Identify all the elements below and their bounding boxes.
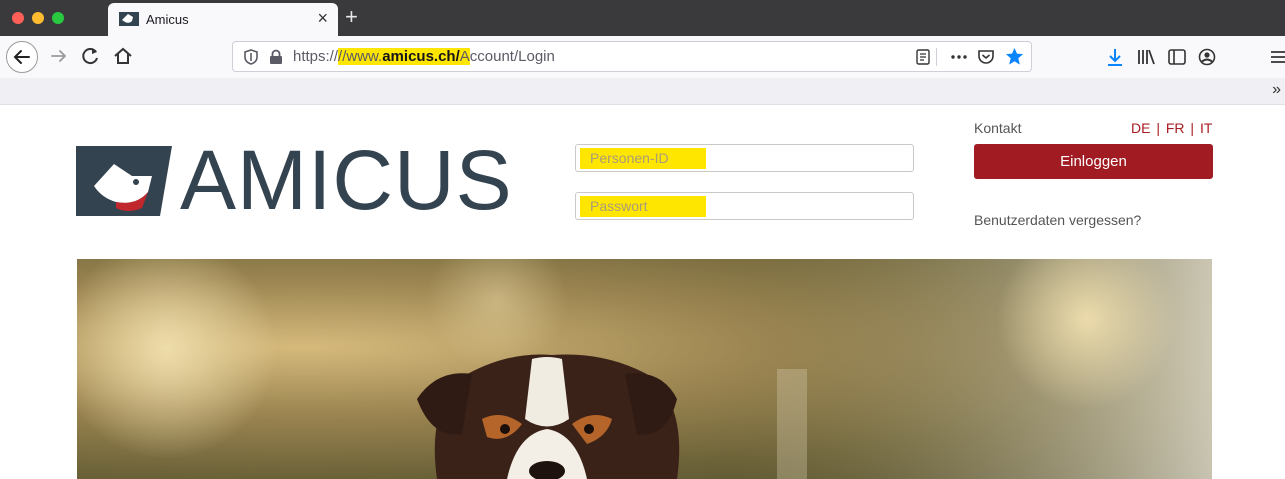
login-button[interactable]: Einloggen bbox=[974, 144, 1213, 179]
close-window-button[interactable] bbox=[12, 12, 24, 24]
tab-strip: Amicus × + bbox=[0, 0, 1285, 36]
hero-dog-image bbox=[77, 259, 1212, 479]
person-id-input[interactable]: Personen-ID bbox=[575, 144, 914, 172]
amicus-favicon-icon bbox=[119, 12, 139, 26]
tracking-protection-shield-icon[interactable] bbox=[243, 49, 259, 65]
library-icon[interactable] bbox=[1135, 46, 1157, 68]
navigation-bar: https:////www.amicus.ch/Account/Login bbox=[0, 36, 1285, 78]
password-input[interactable]: Passwort bbox=[575, 192, 914, 220]
person-id-placeholder: Personen-ID bbox=[580, 148, 706, 169]
logo-wordmark: AMICUS bbox=[180, 133, 513, 227]
bookmarks-overflow-button[interactable]: » bbox=[1272, 81, 1281, 99]
url-path-start: A bbox=[459, 48, 470, 65]
pocket-icon[interactable] bbox=[977, 48, 995, 66]
contact-link[interactable]: Kontakt bbox=[974, 120, 1021, 136]
amicus-logo[interactable]: AMICUS bbox=[76, 134, 516, 226]
url-www: //www. bbox=[338, 48, 383, 65]
back-button[interactable] bbox=[6, 41, 38, 73]
password-placeholder: Passwort bbox=[580, 196, 706, 217]
url-scheme: https:// bbox=[293, 48, 339, 65]
dog-photo-illustration bbox=[77, 259, 1212, 479]
forgot-credentials-link[interactable]: Benutzerdaten vergessen? bbox=[974, 212, 1141, 228]
browser-tab[interactable]: Amicus × bbox=[108, 3, 338, 36]
language-switcher[interactable]: DE | FR | IT bbox=[1131, 120, 1212, 136]
url-path: ccount/Login bbox=[469, 48, 555, 65]
new-tab-button[interactable]: + bbox=[345, 3, 358, 31]
account-icon[interactable] bbox=[1196, 46, 1218, 68]
bookmark-star-icon[interactable] bbox=[1005, 47, 1024, 66]
url-domain: amicus.ch/ bbox=[382, 48, 460, 65]
hamburger-menu-icon[interactable] bbox=[1268, 46, 1285, 68]
tab-title: Amicus bbox=[146, 12, 189, 27]
home-icon[interactable] bbox=[112, 45, 134, 67]
reload-icon[interactable] bbox=[80, 45, 102, 67]
downloads-icon[interactable] bbox=[1104, 46, 1126, 68]
url-bar-separator bbox=[936, 48, 937, 66]
more-actions-icon[interactable] bbox=[949, 50, 969, 64]
url-text[interactable]: https:////www.amicus.ch/Account/Login bbox=[293, 48, 555, 65]
lock-icon[interactable] bbox=[269, 49, 283, 65]
dog-logo-icon bbox=[76, 146, 172, 216]
url-highlight-1: //www.amicus.ch/A bbox=[338, 48, 470, 65]
back-arrow-icon bbox=[13, 50, 30, 64]
reader-view-icon[interactable] bbox=[916, 49, 930, 65]
sidebar-icon[interactable] bbox=[1166, 46, 1188, 68]
maximize-window-button[interactable] bbox=[52, 12, 64, 24]
tab-close-icon[interactable]: × bbox=[317, 8, 328, 28]
bookmarks-toolbar: » bbox=[0, 78, 1285, 105]
url-bar[interactable]: https:////www.amicus.ch/Account/Login bbox=[232, 41, 1032, 72]
forward-arrow-icon[interactable] bbox=[48, 45, 70, 67]
minimize-window-button[interactable] bbox=[32, 12, 44, 24]
